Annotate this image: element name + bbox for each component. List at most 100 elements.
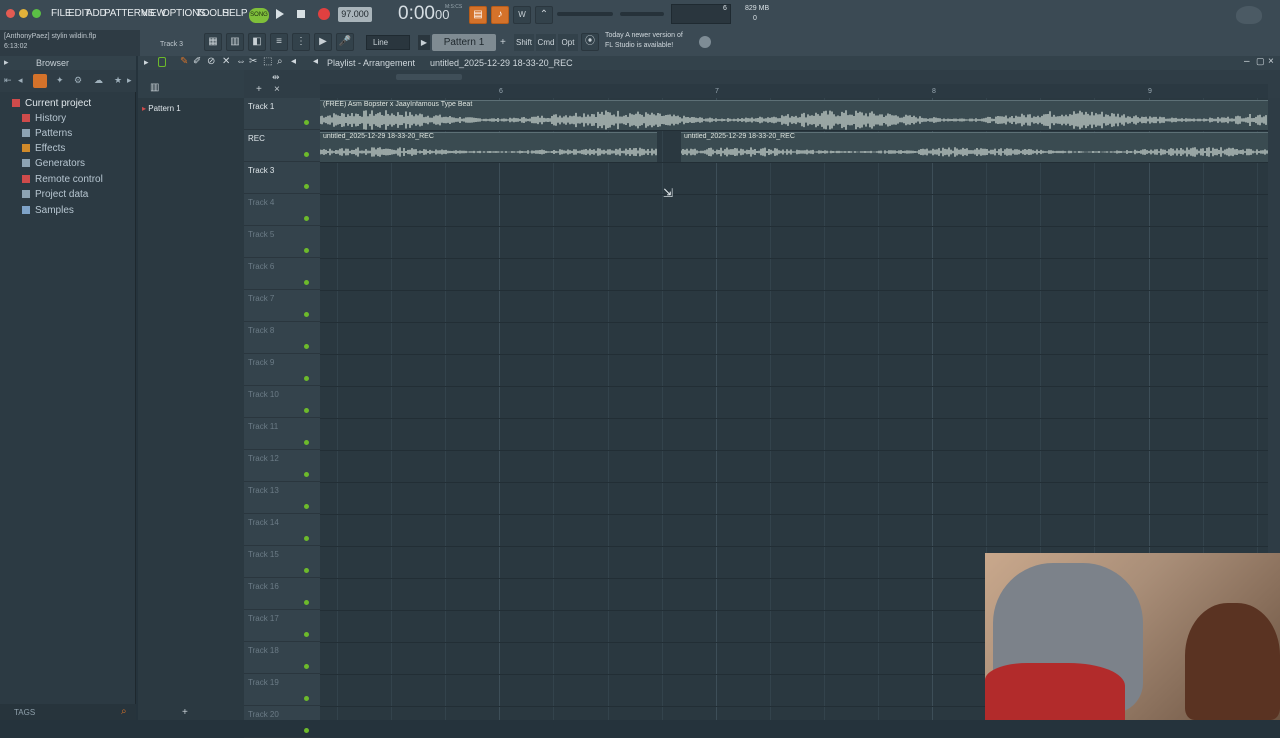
browser-item-current-project[interactable]: Current project: [12, 98, 91, 109]
track-mute-led[interactable]: [304, 504, 309, 509]
track-mute-led[interactable]: [304, 312, 309, 317]
add-marker-icon[interactable]: +: [256, 84, 262, 95]
news-icon[interactable]: ⦿: [581, 33, 599, 51]
slip-tool-icon[interactable]: ⇔: [236, 56, 246, 67]
news-line-1[interactable]: Today A newer version of: [605, 32, 683, 39]
shift-key-button[interactable]: Shift: [514, 34, 534, 51]
browser-item-remote-control[interactable]: Remote control: [22, 174, 103, 185]
track-mute-led[interactable]: [304, 600, 309, 605]
track-header[interactable]: Track 9: [244, 354, 320, 386]
snap-select[interactable]: Line: [366, 35, 410, 50]
track-header[interactable]: Track 13: [244, 482, 320, 514]
tempo-display[interactable]: 97.000: [338, 7, 372, 22]
track-header[interactable]: Track 16: [244, 578, 320, 610]
master-volume-slider[interactable]: [557, 12, 613, 16]
mute-tool-icon[interactable]: ✕: [222, 56, 230, 67]
track-mute-led[interactable]: [304, 728, 309, 733]
zoom-tool-icon[interactable]: ⌕: [277, 56, 283, 67]
track-header[interactable]: Track 15: [244, 546, 320, 578]
online-icon[interactable]: [699, 36, 711, 48]
browser-item-patterns[interactable]: Patterns: [22, 128, 72, 139]
track-mute-led[interactable]: [304, 184, 309, 189]
browser-item-history[interactable]: History: [22, 113, 66, 124]
paint-tool-icon[interactable]: ✐: [193, 56, 201, 67]
track-mute-led[interactable]: [304, 440, 309, 445]
cmd-key-button[interactable]: Cmd: [536, 34, 556, 51]
track-header[interactable]: Track 20: [244, 706, 320, 738]
browser-item-samples[interactable]: Samples: [22, 205, 74, 216]
browser-files-icon[interactable]: [33, 74, 47, 88]
playlist-snap-icon[interactable]: [158, 57, 166, 67]
track-mute-led[interactable]: [304, 152, 309, 157]
horizontal-scrollbar[interactable]: [396, 74, 462, 80]
tags-search-icon[interactable]: ⌕: [121, 706, 127, 717]
audio-clip-rec-1[interactable]: untitled_2025-12-29 18-33-20_REC: [320, 132, 657, 162]
close-playlist-icon[interactable]: ×: [1268, 56, 1274, 67]
timeline-ruler[interactable]: 6 7 8 9: [320, 84, 1268, 98]
opt-key-button[interactable]: Opt: [558, 34, 578, 51]
track-header[interactable]: Track 17: [244, 610, 320, 642]
mixer-icon[interactable]: ≡: [270, 33, 288, 51]
playback-tool-icon[interactable]: ◂: [291, 56, 296, 67]
master-pitch-slider[interactable]: [620, 12, 664, 16]
pattern-prev-button[interactable]: ▶: [418, 35, 430, 50]
stop-button[interactable]: [297, 10, 305, 18]
browser-cloud-icon[interactable]: ☁: [94, 75, 103, 86]
record-button[interactable]: [318, 8, 330, 20]
browser-item-generators[interactable]: Generators: [22, 158, 85, 169]
track-header[interactable]: Track 5: [244, 226, 320, 258]
audio-clip-beat[interactable]: (FREE) Asm Bopster x JaayInfamous Type B…: [320, 100, 1268, 130]
wait-for-input-button[interactable]: W: [513, 6, 531, 24]
countdown-button[interactable]: ⌃: [535, 6, 553, 24]
add-pattern-button[interactable]: +: [500, 37, 506, 48]
track-mute-led[interactable]: [304, 120, 309, 125]
microphone-icon[interactable]: 🎤: [336, 33, 354, 51]
browser-item-project-data[interactable]: Project data: [22, 189, 88, 200]
pattern-select[interactable]: Pattern 1: [432, 34, 496, 51]
track-mute-led[interactable]: [304, 696, 309, 701]
track-header[interactable]: Track 4: [244, 194, 320, 226]
track-mute-led[interactable]: [304, 568, 309, 573]
delete-tool-icon[interactable]: ⊘: [207, 56, 215, 67]
track-mute-led[interactable]: [304, 536, 309, 541]
browser-toggle-icon[interactable]: ⋮: [292, 33, 310, 51]
track-mute-led[interactable]: [304, 632, 309, 637]
track-mute-led[interactable]: [304, 472, 309, 477]
track-header[interactable]: Track 11: [244, 418, 320, 450]
track-mute-led[interactable]: [304, 280, 309, 285]
track-header[interactable]: REC: [244, 130, 320, 162]
playlist-window-icon[interactable]: ▦: [204, 33, 222, 51]
track-header[interactable]: Track 6: [244, 258, 320, 290]
browser-options-icon[interactable]: ▸: [4, 57, 9, 68]
track-header[interactable]: Track 14: [244, 514, 320, 546]
browser-forward-icon[interactable]: ▸: [127, 75, 132, 86]
metronome-button[interactable]: ♪: [491, 6, 509, 24]
step-edit-button[interactable]: ▤: [469, 6, 487, 24]
play-button[interactable]: [276, 9, 284, 19]
track-header[interactable]: Track 7: [244, 290, 320, 322]
tags-bar[interactable]: TAGS ⌕: [0, 704, 136, 720]
track-mute-led[interactable]: [304, 408, 309, 413]
maximize-playlist-icon[interactable]: ▢: [1256, 56, 1265, 67]
piano-roll-icon[interactable]: ◧: [248, 33, 266, 51]
playlist-breadcrumb[interactable]: untitled_2025-12-29 18-33-20_REC: [430, 58, 573, 68]
minimize-window-button[interactable]: [19, 9, 28, 18]
browser-star-icon[interactable]: ★: [114, 75, 122, 86]
zoom-window-button[interactable]: [32, 9, 41, 18]
track-header[interactable]: Track 10: [244, 386, 320, 418]
browser-gear-icon[interactable]: ⚙: [74, 75, 82, 86]
menu-help[interactable]: HELP: [222, 8, 248, 19]
minimize-playlist-icon[interactable]: –: [1244, 56, 1250, 67]
browser-item-effects[interactable]: Effects: [22, 143, 65, 154]
piano-icon[interactable]: ▥: [150, 82, 159, 93]
song-mode-toggle[interactable]: SONG: [249, 8, 269, 23]
news-line-2[interactable]: FL Studio is available!: [605, 42, 673, 49]
browser-nav-back-icon[interactable]: ◂: [18, 75, 23, 86]
slice-tool-icon[interactable]: ✂: [249, 56, 257, 67]
draw-tool-icon[interactable]: ✎: [180, 56, 188, 67]
track-header[interactable]: Track 1: [244, 98, 320, 130]
audio-clip-rec-2[interactable]: untitled_2025-12-29 18-33-20_REC: [681, 132, 1268, 162]
track-mute-led[interactable]: [304, 344, 309, 349]
track-header[interactable]: Track 18: [244, 642, 320, 674]
scroll-arrows-icon[interactable]: ⇹: [272, 72, 280, 83]
